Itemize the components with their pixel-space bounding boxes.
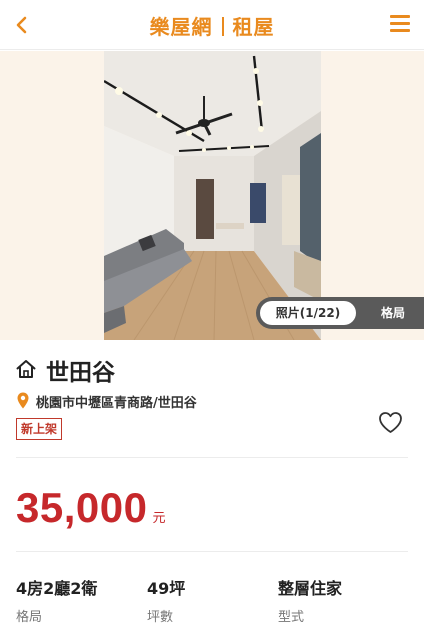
new-listing-badge: 新上架 [16, 418, 63, 440]
spec-type: 整層住家 型式 [278, 575, 342, 625]
spec-value: 整層住家 [278, 579, 343, 598]
brand-section: 租屋 [232, 15, 275, 39]
price-unit: 元 [152, 511, 166, 526]
divider [16, 457, 408, 458]
top-bar: 樂屋網 租屋 [0, 0, 424, 50]
spec-label: 格局 [16, 610, 43, 625]
listing-address: 桃園市中壢區青商路/世田谷 [36, 396, 197, 411]
gallery-tab-bar: 照片(1/22) 格局 [256, 297, 424, 329]
spec-value: 49坪 [147, 579, 186, 598]
spec-layout: 4房2廳2衛 格局 [16, 575, 97, 625]
brand-main: 樂屋網 [149, 15, 213, 39]
divider [16, 551, 408, 552]
brand-title[interactable]: 樂屋網 租屋 [0, 11, 424, 40]
heart-outline-icon [379, 412, 402, 433]
location-pin-icon [17, 392, 29, 409]
brand-divider [221, 17, 224, 36]
price-amount: 35,000 [16, 484, 148, 531]
house-icon [16, 360, 36, 378]
spec-value: 4房2廳2衛 [16, 579, 98, 598]
spec-area: 49坪 坪數 [147, 575, 185, 625]
spec-label: 坪數 [147, 610, 174, 625]
spec-label: 型式 [278, 610, 305, 625]
listing-title: 世田谷 [46, 360, 115, 386]
photo-gallery[interactable]: 照片(1/22) 格局 [0, 51, 424, 340]
tab-photos[interactable]: 照片(1/22) [260, 301, 356, 325]
menu-button[interactable] [390, 15, 410, 33]
tab-floor-plan[interactable]: 格局 [366, 297, 420, 329]
rent-price: 35,000 元 [16, 484, 165, 532]
favorite-button[interactable] [378, 411, 403, 434]
